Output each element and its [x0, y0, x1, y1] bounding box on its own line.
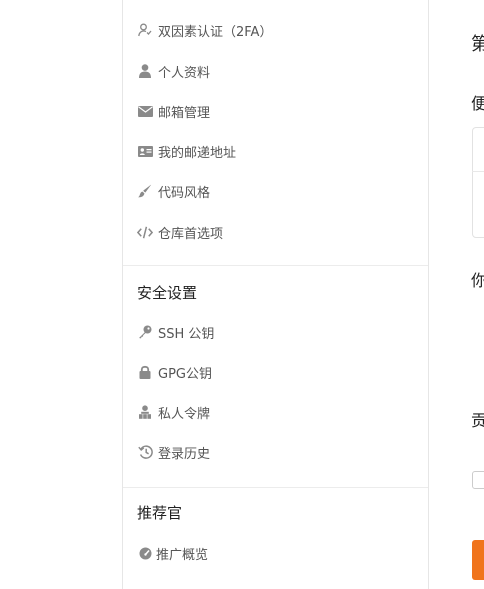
sidebar-item-label: 我的邮递地址: [158, 145, 237, 161]
dashboard-icon: [137, 545, 153, 561]
user-icon: [137, 63, 153, 79]
main-subheading: 便: [471, 94, 484, 113]
main-heading: 第: [471, 34, 484, 55]
settings-sidebar: 双因素认证（2FA） 个人资料 邮箱管理 我的邮递地址 代码风格 仓库首选项 安…: [122, 0, 429, 589]
sidebar-item-promotion-overview[interactable]: 推广概览: [137, 541, 208, 565]
history-icon: [137, 444, 153, 460]
sidebar-item-email[interactable]: 邮箱管理: [137, 99, 210, 123]
section-divider: [123, 265, 428, 266]
main-panel: [472, 127, 484, 238]
sidebar-item-label: 个人资料: [158, 65, 211, 81]
sidebar-item-login-history[interactable]: 登录历史: [137, 440, 210, 464]
sidebar-item-2fa[interactable]: 双因素认证（2FA）: [137, 18, 272, 42]
envelope-icon: [137, 103, 153, 119]
sidebar-item-profile[interactable]: 个人资料: [137, 59, 210, 83]
sidebar-item-code-style[interactable]: 代码风格: [137, 179, 210, 203]
sidebar-item-address[interactable]: 我的邮递地址: [137, 139, 236, 163]
sidebar-item-label: 双因素认证（2FA）: [158, 24, 273, 40]
main-checkbox[interactable]: [472, 471, 484, 489]
sidebar-item-repo-preferences[interactable]: 仓库首选项: [137, 220, 223, 244]
sidebar-item-label: SSH 公钥: [158, 326, 215, 342]
sidebar-item-label: 仓库首选项: [158, 226, 224, 242]
brush-icon: [137, 183, 153, 199]
sidebar-item-label: 登录历史: [158, 446, 211, 462]
settings-page: 双因素认证（2FA） 个人资料 邮箱管理 我的邮递地址 代码风格 仓库首选项 安…: [0, 0, 484, 589]
main-subheading: 贡: [471, 411, 484, 430]
sidebar-item-label: GPG公钥: [158, 366, 212, 382]
sidebar-item-label: 推广概览: [156, 547, 209, 563]
lock-icon: [137, 364, 153, 380]
panel-divider: [472, 171, 484, 172]
sidebar-item-label: 私人令牌: [158, 406, 211, 422]
primary-button[interactable]: [472, 540, 484, 580]
address-card-icon: [137, 143, 153, 159]
code-icon: [137, 224, 153, 240]
sidebar-item-gpg-keys[interactable]: GPG公钥: [137, 360, 212, 384]
section-title-security: 安全设置: [137, 284, 198, 302]
user-shield-icon: [137, 22, 153, 38]
sidebar-item-ssh-keys[interactable]: SSH 公钥: [137, 320, 214, 344]
main-subheading: 你: [471, 271, 484, 290]
section-title-referral: 推荐官: [137, 504, 183, 522]
sidebar-item-label: 代码风格: [158, 185, 211, 201]
section-divider: [123, 487, 428, 488]
key-icon: [137, 324, 153, 340]
sidebar-item-label: 邮箱管理: [158, 105, 211, 121]
token-icon: [137, 404, 153, 420]
sidebar-item-private-tokens[interactable]: 私人令牌: [137, 400, 210, 424]
